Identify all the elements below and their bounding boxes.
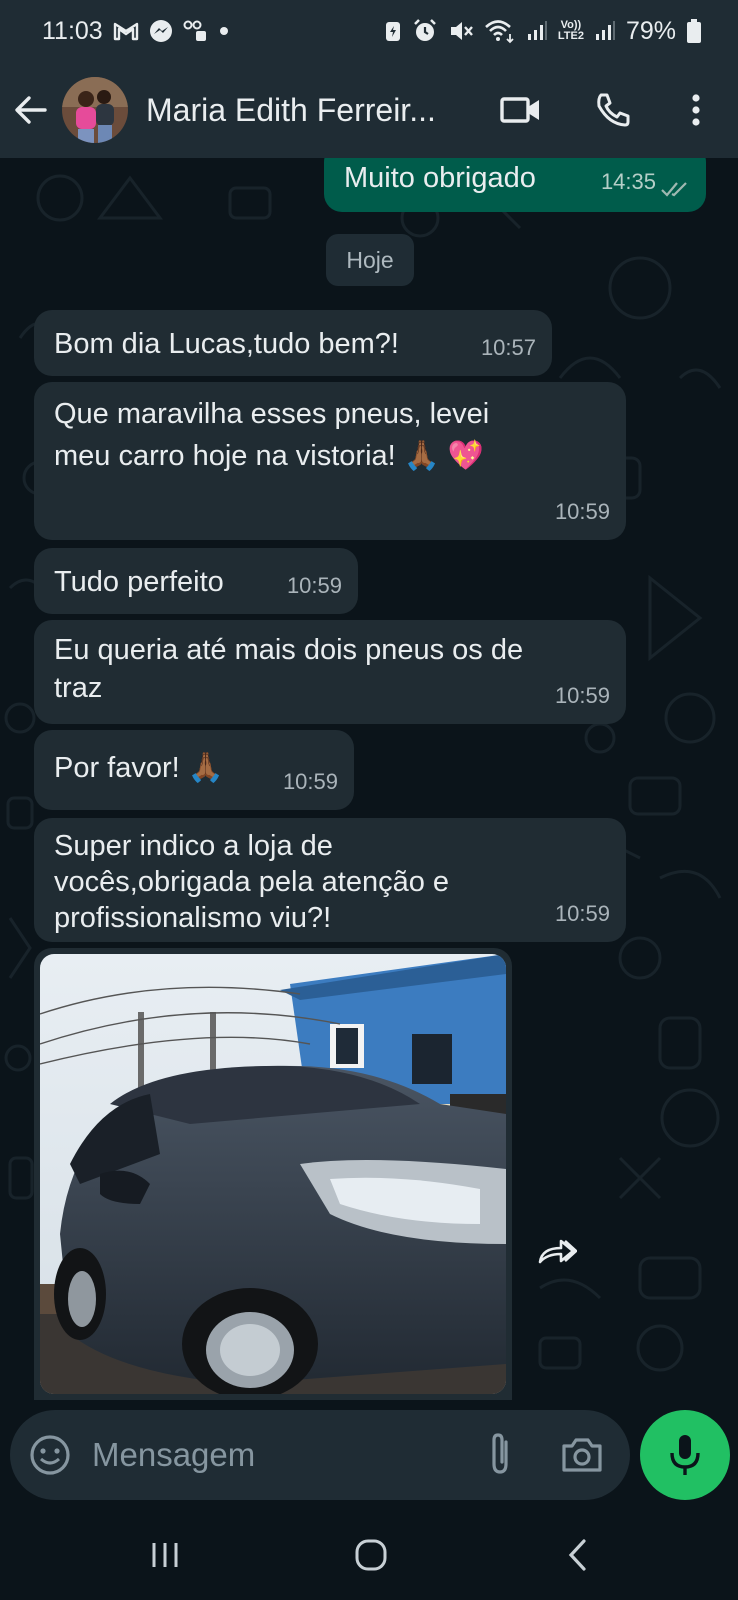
recent-apps-button[interactable] bbox=[135, 1530, 195, 1580]
message-text: Por favor! 🙏🏾 bbox=[54, 752, 224, 784]
mute-icon bbox=[448, 18, 474, 44]
back-nav-icon bbox=[568, 1539, 586, 1571]
message-bubble-incoming[interactable]: Bom dia Lucas,tudo bem?! 10:57 bbox=[34, 310, 552, 376]
chat-header: Maria Edith Ferreir... bbox=[0, 62, 738, 158]
battery-icon bbox=[686, 18, 702, 44]
message-input[interactable]: Mensagem bbox=[92, 1410, 472, 1500]
message-text-line: meu carro hoje na vistoria! 🙏🏾 💖 bbox=[54, 440, 485, 472]
battery-percentage: 79% bbox=[625, 16, 676, 45]
home-button[interactable] bbox=[341, 1530, 401, 1580]
messenger-icon bbox=[149, 19, 173, 43]
lte-label: LTE2 bbox=[557, 30, 584, 42]
phone-icon bbox=[597, 93, 630, 127]
more-notifications-dot-icon bbox=[219, 26, 229, 36]
status-time: 11:03 bbox=[42, 16, 103, 45]
message-time: 10:59 bbox=[554, 683, 610, 708]
wifi-icon bbox=[484, 18, 516, 44]
battery-saver-icon bbox=[384, 19, 402, 43]
more-options-icon bbox=[692, 94, 700, 126]
app-notification-icon bbox=[183, 19, 209, 43]
photo-message-bubble[interactable] bbox=[34, 948, 512, 1400]
message-time: 10:57 bbox=[480, 335, 536, 360]
video-call-button[interactable] bbox=[486, 62, 556, 158]
message-text-line: traz bbox=[54, 672, 103, 704]
signal-2-icon bbox=[594, 20, 616, 42]
contact-name[interactable]: Maria Edith Ferreir... bbox=[146, 92, 466, 129]
more-options-button[interactable] bbox=[666, 62, 726, 158]
message-composer: Mensagem bbox=[10, 1410, 630, 1500]
message-text-line: profissionalismo viu?! bbox=[54, 902, 332, 934]
date-divider: Hoje bbox=[326, 234, 414, 286]
message-bubble-incoming[interactable]: Tudo perfeito 10:59 bbox=[34, 548, 358, 614]
attach-button[interactable] bbox=[480, 1432, 520, 1478]
contact-avatar[interactable] bbox=[62, 77, 128, 143]
video-call-icon bbox=[500, 97, 539, 123]
message-bubble-incoming[interactable]: Eu queria até mais dois pneus os de traz… bbox=[34, 620, 626, 724]
emoji-icon bbox=[30, 1435, 70, 1475]
message-text: Tudo perfeito bbox=[54, 566, 224, 598]
camera-icon bbox=[562, 1438, 602, 1472]
message-time: 10:59 bbox=[554, 901, 610, 926]
message-bubble-incoming[interactable]: Que maravilha esses pneus, levei meu car… bbox=[34, 382, 626, 540]
back-button[interactable] bbox=[0, 62, 62, 158]
message-time: 10:59 bbox=[282, 769, 338, 794]
home-icon bbox=[355, 1539, 387, 1571]
message-text: Bom dia Lucas,tudo bem?! bbox=[54, 328, 399, 360]
message-text-line: Que maravilha esses pneus, levei bbox=[54, 398, 490, 430]
car-photo[interactable] bbox=[40, 954, 506, 1394]
message-bubble-incoming[interactable]: Super indico a loja de vocês,obrigada pe… bbox=[34, 818, 626, 942]
status-bar: 11:03 Vo)) LTE2 79% bbox=[0, 0, 738, 62]
message-time: 10:59 bbox=[554, 499, 610, 524]
recent-apps-icon bbox=[152, 1543, 178, 1567]
gmail-icon bbox=[113, 21, 139, 41]
message-text: Muito obrigado bbox=[344, 162, 536, 194]
voice-call-button[interactable] bbox=[578, 62, 648, 158]
chat-area[interactable]: Muito obrigado 14:35 Hoje Bom dia Lucas,… bbox=[0, 158, 738, 1400]
mic-icon bbox=[670, 1435, 700, 1475]
back-nav-button[interactable] bbox=[548, 1530, 608, 1580]
volte-indicator: Vo)) LTE2 bbox=[558, 20, 584, 42]
voice-message-button[interactable] bbox=[640, 1410, 730, 1500]
emoji-button[interactable] bbox=[28, 1433, 72, 1477]
message-text-line: Super indico a loja de bbox=[54, 830, 333, 862]
back-arrow-icon bbox=[15, 96, 47, 124]
forward-button[interactable] bbox=[532, 1226, 582, 1276]
message-time: 10:59 bbox=[286, 573, 342, 598]
forward-icon bbox=[538, 1239, 577, 1264]
message-bubble-incoming[interactable]: Por favor! 🙏🏾 10:59 bbox=[34, 730, 354, 810]
message-text-line: vocês,obrigada pela atenção e bbox=[54, 866, 450, 898]
camera-button[interactable] bbox=[560, 1434, 604, 1476]
message-text-line: Eu queria até mais dois pneus os de bbox=[54, 634, 524, 666]
message-time: 14:35 bbox=[600, 169, 656, 194]
attach-icon bbox=[492, 1433, 508, 1474]
read-receipt-icon bbox=[661, 182, 687, 197]
alarm-icon bbox=[412, 18, 438, 44]
message-bubble-outgoing[interactable]: Muito obrigado 14:35 bbox=[324, 158, 706, 212]
system-navigation-bar bbox=[0, 1510, 738, 1600]
signal-icon bbox=[526, 20, 548, 42]
